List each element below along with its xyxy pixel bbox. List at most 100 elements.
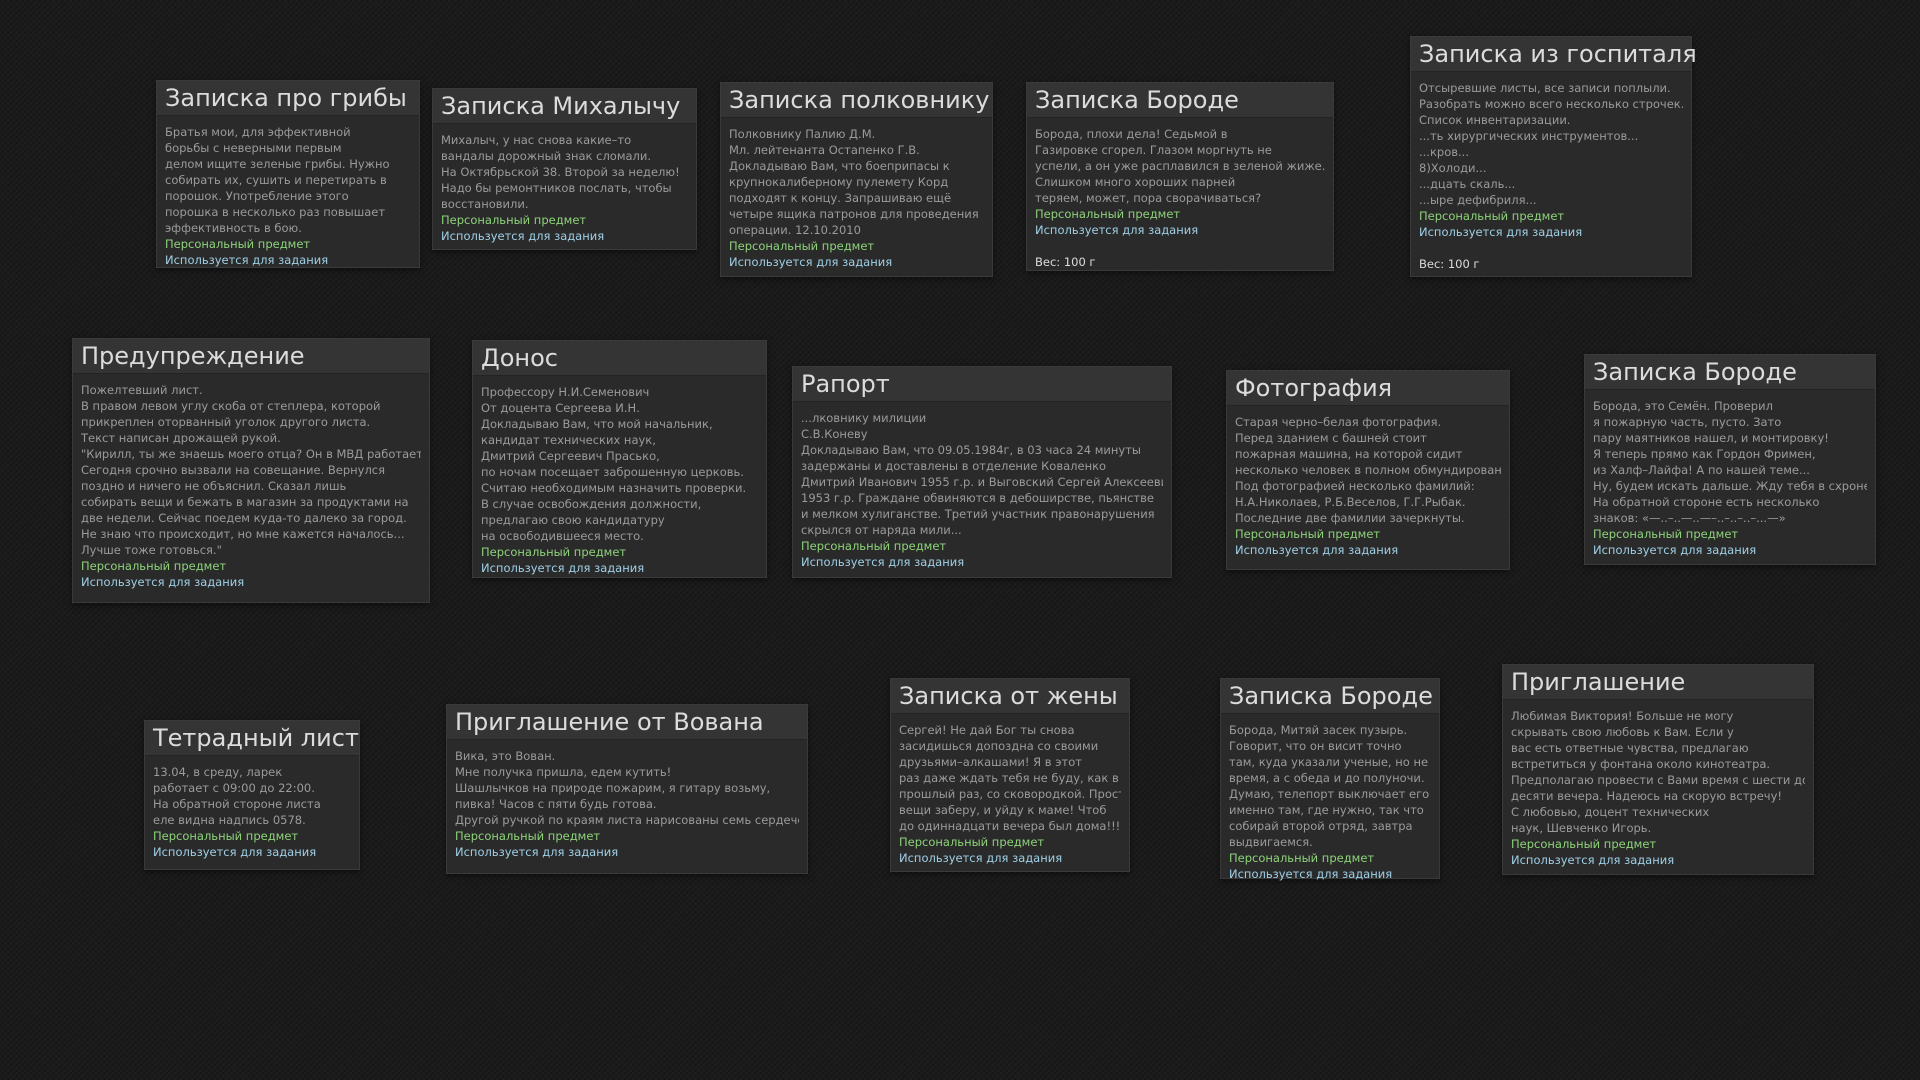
note-text-line: Пожелтевший лист.	[81, 383, 203, 397]
note-card[interactable]: Записка Бороде Борода, Митяй засек пузырь…	[1220, 678, 1440, 881]
note-card[interactable]: Тетрадный лист 13.04, в среду, ларек работ…	[144, 720, 360, 870]
note-card[interactable]: Фотография Старая черно–белая фотография.…	[1226, 370, 1510, 570]
note-text-line: четыре ящика патронов для проведения	[729, 207, 979, 221]
note-text-line: борьбы с неверными первым	[165, 141, 342, 155]
note-text-line: из Халф–Лайфа! А по нашей теме...	[1593, 463, 1810, 477]
note-body: Михалыч, у нас снова какие–то вандалы дор…	[433, 124, 696, 250]
note-text-line: Михалыч, у нас снова какие–то	[441, 133, 632, 147]
note-body: Борода, Митяй засек пузырь. Говорит, что …	[1221, 714, 1439, 888]
personal-item-tag: Персональный предмет	[1511, 837, 1657, 851]
note-text-line: Надо бы ремонтников послать, чтобы	[441, 181, 672, 195]
note-title: Приглашение	[1503, 665, 1813, 700]
note-text-line: и мелком хулиганстве. Третий участник пр…	[801, 507, 1155, 521]
note-card[interactable]: Записка Бороде Борода, плохи дела! Седьмо…	[1026, 82, 1334, 271]
personal-item-tag: Персональный предмет	[481, 545, 627, 559]
note-card[interactable]: Записка Михалычу Михалыч, у нас снова как…	[432, 88, 697, 250]
note-text-line: на освободившееся место.	[481, 529, 644, 543]
quest-item-tag: Используется для задания	[1419, 225, 1583, 239]
note-text-line: Считаю необходимым назначить проверки.	[481, 481, 747, 495]
quest-item-tag: Используется для задания	[1229, 867, 1393, 881]
note-text-line: Газировке сгорел. Глазом моргнуть не	[1035, 143, 1272, 157]
note-text-line: Ну, будем искать дальше. Жду тебя в схро…	[1593, 479, 1867, 493]
note-text-line: пожарная машина, на которой сидит	[1235, 447, 1463, 461]
note-body: 13.04, в среду, ларек работает с 09:00 до…	[145, 756, 359, 866]
note-body: Вика, это Вован. Мне получка пришла, едем…	[447, 740, 807, 866]
note-text-line: Докладываю Вам, что 09.05.1984г, в 03 ча…	[801, 443, 1141, 457]
note-card[interactable]: Записка от жены Сергей! Не дай Бог ты сно…	[890, 678, 1130, 872]
note-body: Пожелтевший лист. В правом левом углу ско…	[73, 374, 429, 596]
note-text-line: ...ыре дефибриля...	[1419, 193, 1537, 207]
note-text-line: Профессору Н.И.Семенович	[481, 385, 650, 399]
note-text-line: Другой ручкой по краям листа нарисованы …	[455, 813, 799, 827]
note-text-line: время, а с обеда и до полуночи.	[1229, 771, 1425, 785]
note-text-line: наук, Шевченко Игорь.	[1511, 821, 1652, 835]
note-card[interactable]: Приглашение от Вована Вика, это Вован. Мне…	[446, 704, 808, 874]
note-text-line: На обратной стороне есть несколько	[1593, 495, 1820, 509]
note-text-line: На Октябрьской 38. Второй за неделю!	[441, 165, 680, 179]
item-weight: Вес: 100 г	[1035, 255, 1096, 269]
note-title: Записка полковнику	[721, 83, 992, 118]
note-text-line: эффективность в бою.	[165, 221, 302, 235]
note-text-line: собирать их, сушить и перетирать в	[165, 173, 387, 187]
note-text-line: 13.04, в среду, ларек	[153, 765, 283, 779]
note-card[interactable]: Записка полковнику Полковнику Палию Д.М. М…	[720, 82, 993, 277]
note-card[interactable]: Предупреждение Пожелтевший лист. В правом …	[72, 338, 430, 603]
note-text-line: там, куда указали ученые, но не все	[1229, 755, 1431, 769]
note-text-line: На обратной стороне листа	[153, 797, 321, 811]
note-body: Борода, плохи дела! Седьмой в Газировке с…	[1027, 118, 1333, 276]
note-text-line: прикреплен оторванный уголок другого лис…	[81, 415, 371, 429]
note-text-line: Я теперь прямо как Гордон Фримен,	[1593, 447, 1816, 461]
personal-item-tag: Персональный предмет	[455, 829, 601, 843]
note-text-line: я пожарную часть, пусто. Зато	[1593, 415, 1782, 429]
note-text-line: предлагаю свою кандидатуру	[481, 513, 665, 527]
note-body: Братья мои, для эффективной борьбы с неве…	[157, 116, 419, 274]
personal-item-tag: Персональный предмет	[81, 559, 227, 573]
note-text-line: по ночам посещает заброшенную церковь.	[481, 465, 744, 479]
note-title: Тетрадный лист	[145, 721, 359, 756]
note-body: Профессору Н.И.Семенович От доцента Серге…	[473, 376, 766, 582]
note-text-line: Думаю, телепорт выключает его	[1229, 787, 1430, 801]
note-body: Сергей! Не дай Бог ты снова засидишься до…	[891, 714, 1129, 872]
note-text-line: Борода, это Семён. Проверил	[1593, 399, 1773, 413]
note-body: Любимая Виктория! Больше не могу скрывать…	[1503, 700, 1813, 874]
quest-item-tag: Используется для задания	[81, 575, 245, 589]
quest-item-tag: Используется для задания	[165, 253, 329, 267]
personal-item-tag: Персональный предмет	[153, 829, 299, 843]
note-text-line: Дмитрий Сергеевич Прасько,	[481, 449, 660, 463]
note-text-line: ...дцать скаль...	[1419, 177, 1516, 191]
note-text-line: Дмитрий Иванович 1955 г.р. и Выговский С…	[801, 475, 1163, 489]
quest-item-tag: Используется для задания	[801, 555, 965, 569]
note-text-line: пару маятников нашел, и монтировку!	[1593, 431, 1829, 445]
note-title: Записка Михалычу	[433, 89, 696, 124]
note-text-line: ...кров...	[1419, 145, 1469, 159]
quest-item-tag: Используется для задания	[1235, 543, 1399, 557]
quest-item-tag: Используется для задания	[729, 255, 893, 269]
note-card[interactable]: Записка про грибы Братья мои, для эффекти…	[156, 80, 420, 268]
note-text-line: Н.А.Николаев, Р.Б.Веселов, Г.Г.Рыбак.	[1235, 495, 1466, 509]
note-card[interactable]: Рапорт ...лковнику милиции С.В.Коневу Докла…	[792, 366, 1172, 578]
note-text-line: работает с 09:00 до 22:00.	[153, 781, 315, 795]
note-text-line: 1953 г.р. Граждане обвиняются в дебоширс…	[801, 491, 1154, 505]
note-text-line: поздно и ничего не объяснил. Сказал лишь	[81, 479, 347, 493]
note-text-line: десяти вечера. Надеюсь на скорую встречу…	[1511, 789, 1782, 803]
note-text-line: две недели. Сейчас поедем куда-то далеко…	[81, 511, 407, 525]
note-body: Отсыревшие листы, все записи поплыли. Раз…	[1411, 72, 1691, 278]
personal-item-tag: Персональный предмет	[165, 237, 311, 251]
note-text-line: Вика, это Вован.	[455, 749, 556, 763]
note-text-line: знаков: «—..–..—..—–..–..–..–...—»	[1593, 511, 1786, 525]
note-text-line: Борода, плохи дела! Седьмой в	[1035, 127, 1228, 141]
note-text-line: В случае освобождения должности,	[481, 497, 702, 511]
quest-item-tag: Используется для задания	[153, 845, 317, 859]
quest-item-tag: Используется для задания	[481, 561, 645, 575]
quest-item-tag: Используется для задания	[899, 851, 1063, 865]
note-text-line: Слишком много хороших парней	[1035, 175, 1236, 189]
quest-item-tag: Используется для задания	[455, 845, 619, 859]
note-card[interactable]: Записка из госпиталя Отсыревшие листы, вс…	[1410, 36, 1697, 278]
note-text-line: именно там, где нужно, так что	[1229, 803, 1424, 817]
note-card[interactable]: Донос Профессору Н.И.Семенович От доцента …	[472, 340, 767, 578]
note-card[interactable]: Записка Бороде Борода, это Семён. Провери…	[1584, 354, 1876, 565]
note-text-line: собирай второй отряд, завтра	[1229, 819, 1413, 833]
note-text-line: "Кирилл, ты же знаешь моего отца? Он в М…	[81, 447, 421, 461]
note-text-line: раз даже ждать тебя не буду, как в	[899, 771, 1119, 785]
note-card[interactable]: Приглашение Любимая Виктория! Больше не м…	[1502, 664, 1814, 875]
